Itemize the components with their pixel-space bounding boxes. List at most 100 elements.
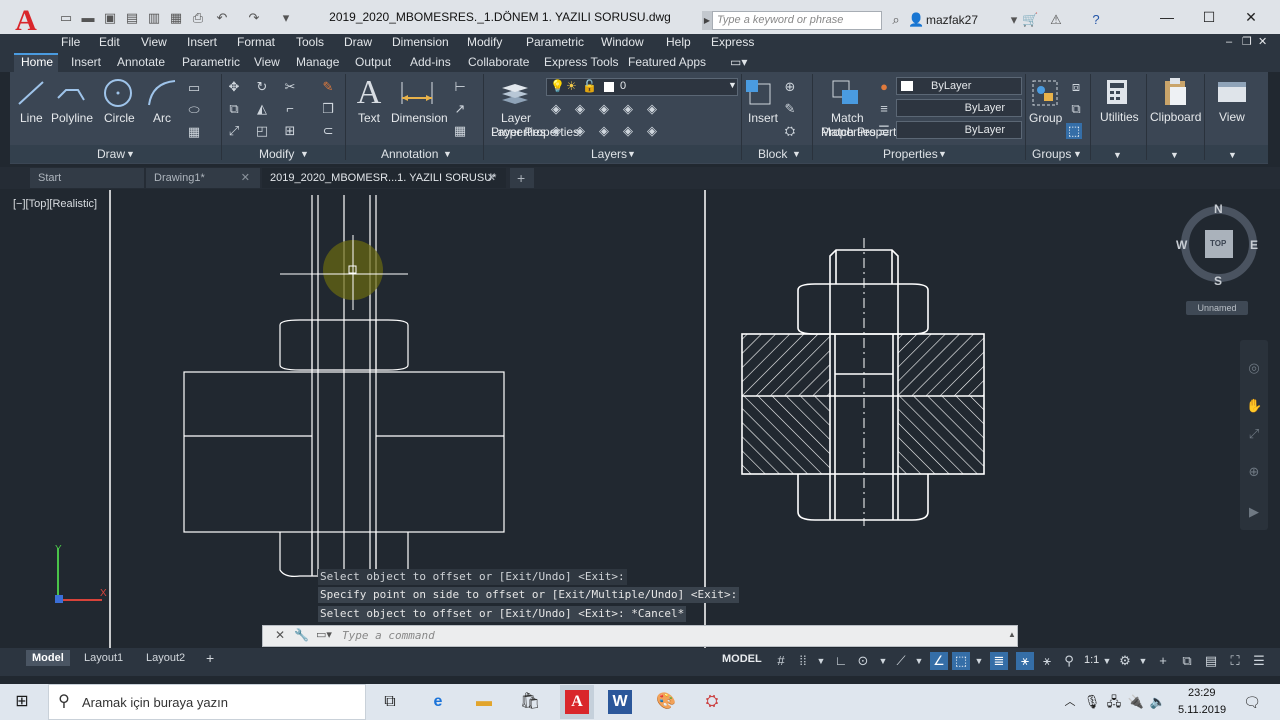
group-icon[interactable] [1030,78,1060,108]
zoom-extents-icon[interactable]: ⤢ [1246,426,1262,442]
lineweight-display-icon[interactable]: ≣ [990,652,1008,670]
minimize-icon[interactable]: — [1152,8,1182,26]
doc-close-icon[interactable]: ✕ [1258,35,1267,48]
show-hidden-icons-icon[interactable]: ︿ [1058,690,1082,714]
open-file-icon[interactable]: ▬ [80,10,96,26]
annotation-visibility-icon[interactable]: ⚹ [1016,652,1034,670]
linear-dim-icon[interactable]: ⊢ [452,79,468,95]
layout-tab-layout1[interactable]: Layout1 [78,650,129,666]
match-properties-icon[interactable] [830,78,862,108]
snap-icon[interactable]: ⁞⁞ [794,652,812,670]
file-tab-start[interactable]: Start [30,168,144,188]
user-icon[interactable]: 👤 [908,12,924,28]
close-tab-icon[interactable]: ✕ [241,168,250,188]
move-icon[interactable]: ✥ [226,79,242,95]
tab-home[interactable]: Home [21,55,53,69]
dimension-icon[interactable] [398,78,436,108]
command-history-toggle-icon[interactable]: ▲ [1008,630,1016,639]
insert-tool[interactable]: Insert [748,111,778,125]
command-input[interactable]: Type a command [342,629,435,642]
tab-parametric[interactable]: Parametric [182,55,240,69]
menu-view[interactable]: View [141,35,167,49]
command-close-icon[interactable]: ✕ [275,628,285,642]
search-input[interactable]: Type a keyword or phrase [712,11,882,30]
create-block-icon[interactable]: ⊕ [782,79,798,95]
copy-icon[interactable]: ⧉ [226,101,242,117]
file-tab-current[interactable]: 2019_2020_MBOMESR...1. YAZILI SORUSU* ✕ [262,168,506,188]
groups-panel-dropdown-icon[interactable]: ▼ [1073,149,1082,159]
orbit-icon[interactable]: ⊕ [1246,464,1262,480]
workspace-gear-icon[interactable]: ⚙ [1116,652,1134,670]
tab-annotate[interactable]: Annotate [117,55,165,69]
block-panel-title[interactable]: Block [758,147,787,161]
layer-tool-3-icon[interactable]: ◈ [596,101,612,117]
autodesk-a360-icon[interactable]: ⚠ [1048,12,1064,28]
web-mobile-icon[interactable]: ▥ [146,10,162,26]
line-icon[interactable] [16,78,46,108]
polyline-icon[interactable] [56,78,86,108]
named-view-selector[interactable]: Unnamed [1186,301,1248,315]
layout-tab-model[interactable]: Model [26,650,70,666]
object-snap-dropdown-icon[interactable]: ▼ [970,652,988,670]
circle-tool[interactable]: Circle [104,111,135,125]
undo-icon[interactable]: ↶ [214,10,230,26]
layer-tool-9-icon[interactable]: ◈ [620,123,636,139]
layer-tool-1-icon[interactable]: ◈ [548,101,564,117]
stretch-icon[interactable]: ⤢ [226,123,242,139]
tab-featured-apps[interactable]: Featured Apps [628,55,706,69]
close-tab-icon[interactable]: ✕ [487,168,496,188]
ribbon-toggle-icon[interactable]: ▭▾ [730,55,747,69]
scale-dropdown-icon[interactable]: ▼ [1098,652,1116,670]
clock-date[interactable]: 5.11.2019 [1178,704,1226,716]
paint-taskbar-icon[interactable]: 🎨 [654,690,678,714]
groups-panel-title[interactable]: Groups [1032,147,1071,161]
view-tool[interactable]: View [1219,110,1245,124]
utilities-tool[interactable]: Utilities [1100,110,1139,124]
linetype-dropdown[interactable]: ByLayer [896,99,1022,117]
ellipse-icon[interactable]: ⬭ [186,102,202,118]
viewcube-north[interactable]: N [1214,202,1223,216]
layers-panel-dropdown-icon[interactable]: ▼ [627,149,636,159]
new-tab-icon[interactable]: + [510,168,534,188]
match-properties-label-1[interactable]: Match [831,111,864,125]
circle-icon[interactable] [102,77,134,109]
tab-insert[interactable]: Insert [71,55,101,69]
color-wheel-icon[interactable]: ● [876,79,892,95]
menu-window[interactable]: Window [601,35,644,49]
edit-block-icon[interactable]: ✎ [782,101,798,117]
mirror-icon[interactable]: ◭ [254,101,270,117]
layers-panel-title[interactable]: Layers [591,147,627,161]
menu-dimension[interactable]: Dimension [392,35,449,49]
viewcube-top-face[interactable]: TOP [1210,239,1226,248]
windows-search-placeholder[interactable]: Aramak için buraya yazın [82,695,228,710]
explode-icon[interactable]: ❒ [320,101,336,117]
user-name[interactable]: mazfak27 [926,13,978,27]
insert-block-icon[interactable] [744,78,778,108]
group-edit-icon[interactable]: ⧉ [1068,101,1084,117]
clipboard-icon[interactable] [1162,76,1188,106]
scale-icon[interactable]: ◰ [254,123,270,139]
network-adapter-icon[interactable]: 🖧 [1102,690,1126,714]
file-tab-drawing1[interactable]: Drawing1* ✕ [146,168,260,188]
dimension-tool[interactable]: Dimension [391,111,448,125]
trim-icon[interactable]: ✂ [282,79,298,95]
layout-tab-layout2[interactable]: Layout2 [140,650,191,666]
group-selection-icon[interactable]: ⬚ [1066,123,1082,139]
search-expand-icon[interactable]: ▶ [702,11,712,30]
menu-tools[interactable]: Tools [296,35,324,49]
utilities-dropdown-icon[interactable]: ▼ [1113,150,1122,160]
polyline-tool[interactable]: Polyline [51,111,93,125]
tab-addins[interactable]: Add-ins [410,55,451,69]
tab-output[interactable]: Output [355,55,391,69]
layer-properties-icon[interactable] [498,78,532,108]
steering-wheel-icon[interactable]: ◎ [1246,360,1262,376]
doc-minimize-icon[interactable]: – [1226,36,1232,48]
viewcube-west[interactable]: W [1176,238,1187,252]
close-icon[interactable]: ✕ [1236,8,1266,26]
save-as-icon[interactable]: ▤ [124,10,140,26]
menu-edit[interactable]: Edit [99,35,120,49]
windows-search-icon[interactable]: ⚲ [52,690,76,714]
clipboard-dropdown-icon[interactable]: ▼ [1170,150,1179,160]
polar-icon[interactable]: ⊙ [854,652,872,670]
save-icon[interactable]: ▣ [102,10,118,26]
